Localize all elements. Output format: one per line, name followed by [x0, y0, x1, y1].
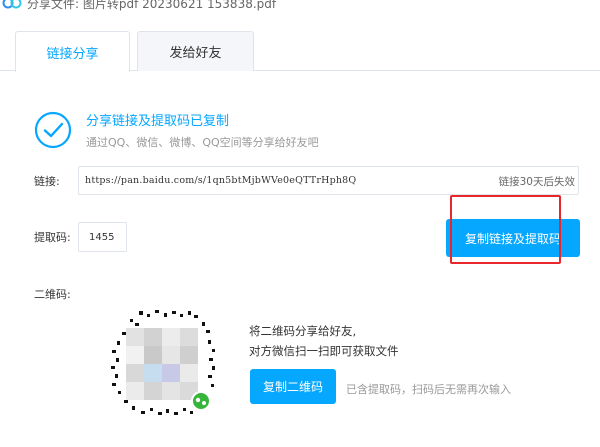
- qr-instruction-line2: 对方微信扫一扫即可获取文件: [249, 344, 399, 358]
- success-title: 分享链接及提取码已复制: [86, 114, 230, 129]
- success-subtitle: 通过QQ、微信、微博、QQ空间等分享给好友吧: [86, 136, 319, 149]
- qr-code-image: [111, 310, 215, 415]
- link-url[interactable]: https://pan.baidu.com/s/1qn5btMjbWVe0eQT…: [85, 175, 356, 186]
- window-title: 分享文件: 图片转pdf 20230621 153838.pdf: [27, 0, 277, 11]
- tab-send-to-friend[interactable]: 发给好友: [137, 31, 254, 71]
- qr-instruction-line1: 将二维码分享给好友,: [249, 324, 357, 338]
- window-titlebar: 分享文件: 图片转pdf 20230621 153838.pdf: [0, 0, 600, 18]
- qr-hint-text: 已含提取码，扫码后无需再次输入: [346, 383, 511, 396]
- link-expire-text: 链接30天后失效: [498, 176, 575, 188]
- share-tabs: 链接分享 发给好友: [0, 31, 600, 72]
- link-label: 链接:: [34, 175, 60, 188]
- check-circle-icon: [34, 111, 72, 149]
- copy-link-and-code-button[interactable]: 复制链接及提取码: [446, 219, 580, 257]
- wechat-badge-icon: [191, 391, 211, 411]
- copy-qr-button[interactable]: 复制二维码: [250, 369, 336, 404]
- qr-label: 二维码:: [34, 288, 71, 301]
- baidu-netdisk-logo-icon: [2, 0, 22, 9]
- link-field[interactable]: https://pan.baidu.com/s/1qn5btMjbWVe0eQT…: [78, 166, 579, 195]
- code-value[interactable]: 1455: [89, 232, 114, 243]
- code-label: 提取码:: [34, 231, 71, 244]
- code-field[interactable]: 1455: [78, 222, 127, 252]
- qr-code: [108, 308, 218, 418]
- tab-link-share[interactable]: 链接分享: [15, 31, 130, 72]
